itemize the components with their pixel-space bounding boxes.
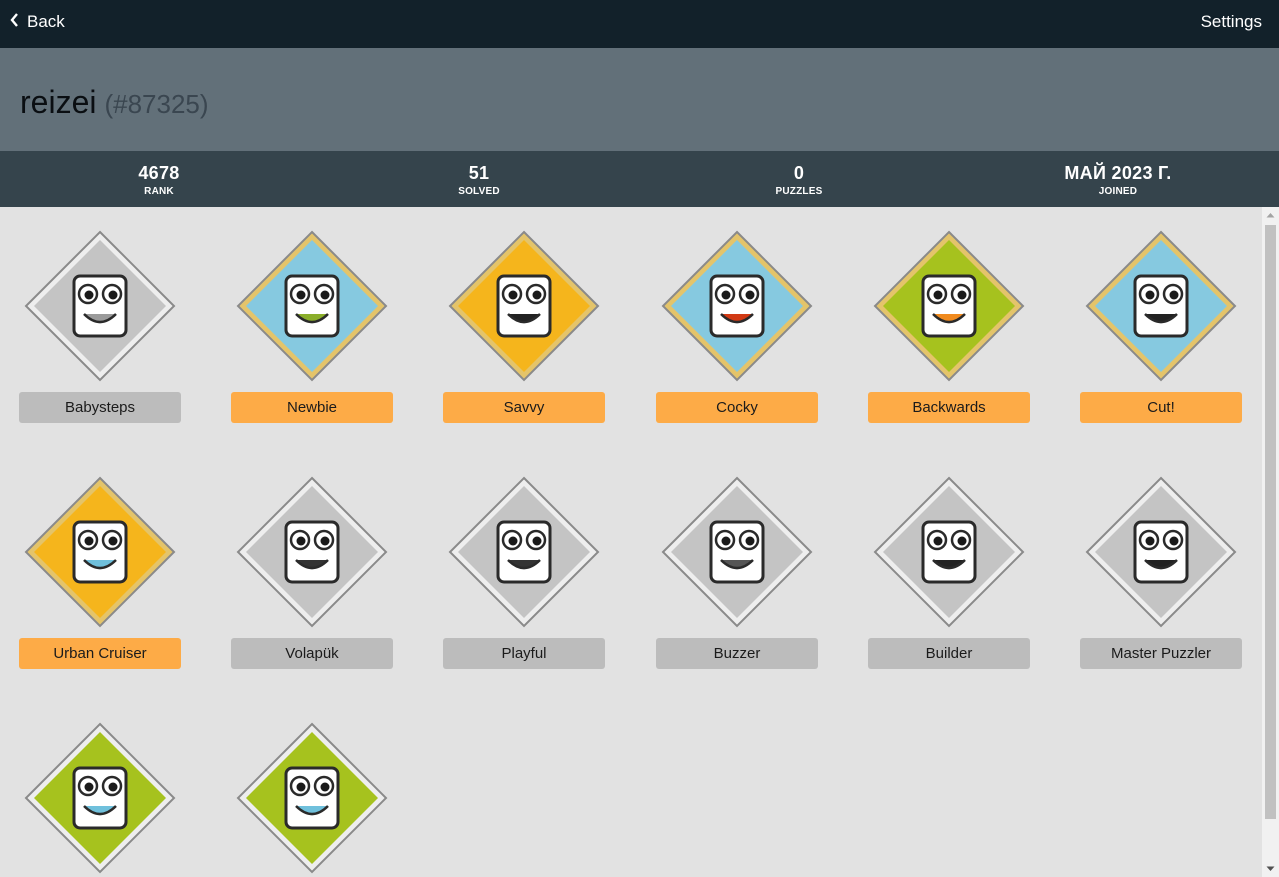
stat-rank: 4678 RANK bbox=[59, 163, 259, 197]
stat-value: 4678 bbox=[138, 163, 180, 183]
mustache-face-badge-icon[interactable] bbox=[446, 474, 602, 630]
badge-label[interactable]: Savvy bbox=[443, 392, 605, 423]
city-skyline-badge-icon[interactable] bbox=[22, 474, 178, 630]
question-face-badge-icon[interactable] bbox=[234, 474, 390, 630]
badge-card[interactable] bbox=[231, 699, 393, 877]
badge-label[interactable]: Playful bbox=[443, 638, 605, 669]
badge-card[interactable]: Cut! bbox=[1080, 207, 1242, 423]
blocks-badge-icon[interactable] bbox=[871, 474, 1027, 630]
stat-value: 51 bbox=[468, 163, 490, 183]
pacifier-badge-icon[interactable] bbox=[22, 228, 178, 384]
badge-label[interactable]: Urban Cruiser bbox=[19, 638, 181, 669]
badge-card[interactable]: Urban Cruiser bbox=[19, 453, 181, 669]
abba-badge-icon[interactable] bbox=[871, 228, 1027, 384]
crossword-badge-icon[interactable] bbox=[1083, 474, 1239, 630]
top-navigation-bar: Back Settings bbox=[0, 0, 1279, 48]
stats-bar: 4678 RANK 51 SOLVED 0 PUZZLES МАЙ 2023 Г… bbox=[0, 151, 1279, 207]
stat-label: SOLVED bbox=[458, 186, 500, 197]
graduation-cap-badge-icon[interactable] bbox=[446, 228, 602, 384]
stat-label: JOINED bbox=[1098, 186, 1138, 197]
stat-value: 0 bbox=[793, 163, 805, 183]
chevron-left-icon bbox=[10, 12, 19, 32]
rooster-badge-icon[interactable] bbox=[659, 228, 815, 384]
green-question-face-badge-icon[interactable] bbox=[22, 720, 178, 876]
badge-label[interactable]: Buzzer bbox=[656, 638, 818, 669]
badge-card[interactable]: Volapük bbox=[231, 453, 393, 669]
badge-grid: Babysteps Newbie Savvy Cocky Backwards Cut! Ur… bbox=[0, 207, 1262, 877]
film-strip-badge-icon[interactable] bbox=[1083, 228, 1239, 384]
badge-card[interactable]: Buzzer bbox=[656, 453, 818, 669]
explorer-hat-badge-icon[interactable] bbox=[234, 228, 390, 384]
bee-badge-icon[interactable] bbox=[659, 474, 815, 630]
user-id: (#87325) bbox=[104, 89, 209, 119]
badge-card[interactable]: Savvy bbox=[443, 207, 605, 423]
profile-header: reizei (#87325) bbox=[0, 48, 1279, 151]
back-label: Back bbox=[27, 12, 65, 31]
scrollbar-thumb[interactable] bbox=[1265, 225, 1276, 819]
vertical-scrollbar[interactable] bbox=[1262, 207, 1279, 877]
badge-card[interactable]: Builder bbox=[868, 453, 1030, 669]
badge-label[interactable]: Newbie bbox=[231, 392, 393, 423]
stat-label: RANK bbox=[144, 186, 174, 197]
badge-label[interactable]: Cut! bbox=[1080, 392, 1242, 423]
badge-card[interactable]: Backwards bbox=[868, 207, 1030, 423]
username: reizei bbox=[20, 84, 97, 120]
badge-label[interactable]: Builder bbox=[868, 638, 1030, 669]
stat-value: МАЙ 2023 Г. bbox=[1064, 163, 1172, 183]
badge-label[interactable]: Cocky bbox=[656, 392, 818, 423]
badge-card[interactable]: Master Puzzler bbox=[1080, 453, 1242, 669]
scroll-up-arrow-icon[interactable] bbox=[1262, 207, 1279, 224]
stat-joined: МАЙ 2023 Г. JOINED bbox=[1018, 163, 1218, 197]
stat-puzzles: 0 PUZZLES bbox=[699, 163, 899, 197]
badge-card[interactable] bbox=[19, 699, 181, 877]
back-button[interactable]: Back bbox=[10, 12, 65, 32]
scroll-down-arrow-icon[interactable] bbox=[1262, 860, 1279, 877]
page-title: reizei (#87325) bbox=[20, 84, 209, 121]
badge-label[interactable]: Volapük bbox=[231, 638, 393, 669]
badge-card[interactable]: Babysteps bbox=[19, 207, 181, 423]
badge-card[interactable]: Cocky bbox=[656, 207, 818, 423]
settings-button[interactable]: Settings bbox=[1201, 12, 1262, 32]
stat-solved: 51 SOLVED bbox=[379, 163, 579, 197]
badge-label[interactable]: Babysteps bbox=[19, 392, 181, 423]
badge-card[interactable]: Newbie bbox=[231, 207, 393, 423]
stat-label: PUZZLES bbox=[775, 186, 823, 197]
badge-card[interactable]: Playful bbox=[443, 453, 605, 669]
badge-label[interactable]: Master Puzzler bbox=[1080, 638, 1242, 669]
badge-label[interactable]: Backwards bbox=[868, 392, 1030, 423]
green-question-face-badge-icon[interactable] bbox=[234, 720, 390, 876]
